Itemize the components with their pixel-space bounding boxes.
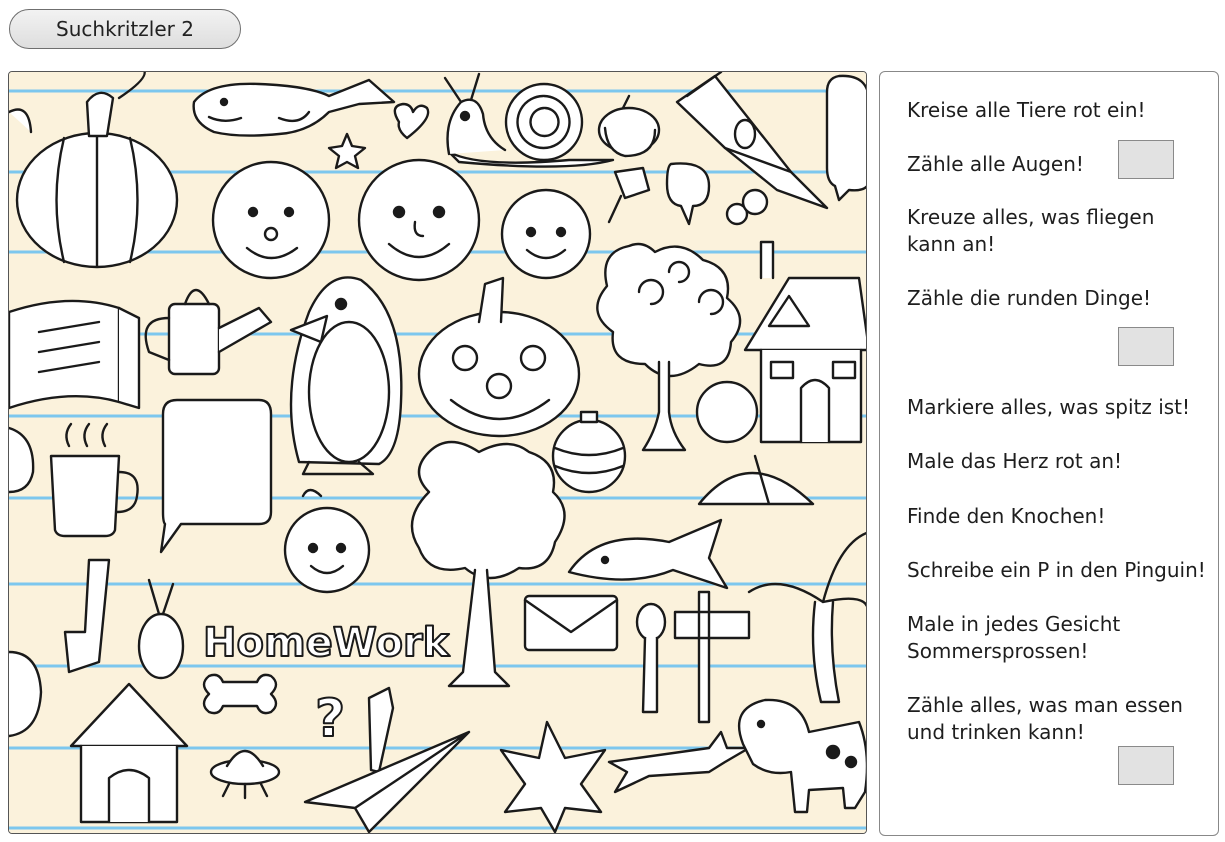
task-item: Markiere alles, was spitz ist! [907, 395, 1191, 419]
boy-face-doodle [500, 188, 592, 280]
answer-box-round-things[interactable] [1118, 327, 1174, 366]
task-item: Male in jedes Gesicht Sommersprossen! [907, 612, 1121, 663]
boy-face-doodle [211, 160, 331, 280]
doodle-picture: HomeWork ? [8, 71, 867, 834]
envelope-doodle [523, 594, 619, 652]
book-doodle [9, 299, 141, 410]
task-item: Male das Herz rot an! [907, 449, 1123, 473]
task-item: Kreise alle Tiere rot ein! [907, 98, 1146, 122]
globe-doodle [695, 380, 759, 444]
answer-box-eyes[interactable] [1118, 140, 1174, 179]
task-item: Zähle alles, was man essen und trinken k… [907, 693, 1183, 744]
worksheet-title: Suchkritzler 2 [9, 9, 241, 49]
boy-face-doodle [357, 158, 481, 282]
doodle-canvas: HomeWork ? [9, 72, 866, 833]
worksheet-title-text: Suchkritzler 2 [56, 17, 194, 41]
speech-bubble-doodle [825, 74, 866, 202]
task-list-panel: Kreise alle Tiere rot ein! Zähle alle Au… [879, 71, 1219, 836]
task-item: Zähle alle Augen! [907, 152, 1084, 176]
task-item: Finde den Knochen! [907, 504, 1106, 528]
question-mark-doodle: ? [315, 689, 345, 749]
task-item: Schreibe ein P in den Pinguin! [907, 558, 1206, 582]
homework-doodle-text: HomeWork [203, 620, 451, 666]
task-item: Kreuze alles, was fliegen kann an! [907, 205, 1155, 256]
answer-box-food-drink[interactable] [1118, 746, 1174, 785]
task-item: Zähle die runden Dinge! [907, 286, 1152, 310]
